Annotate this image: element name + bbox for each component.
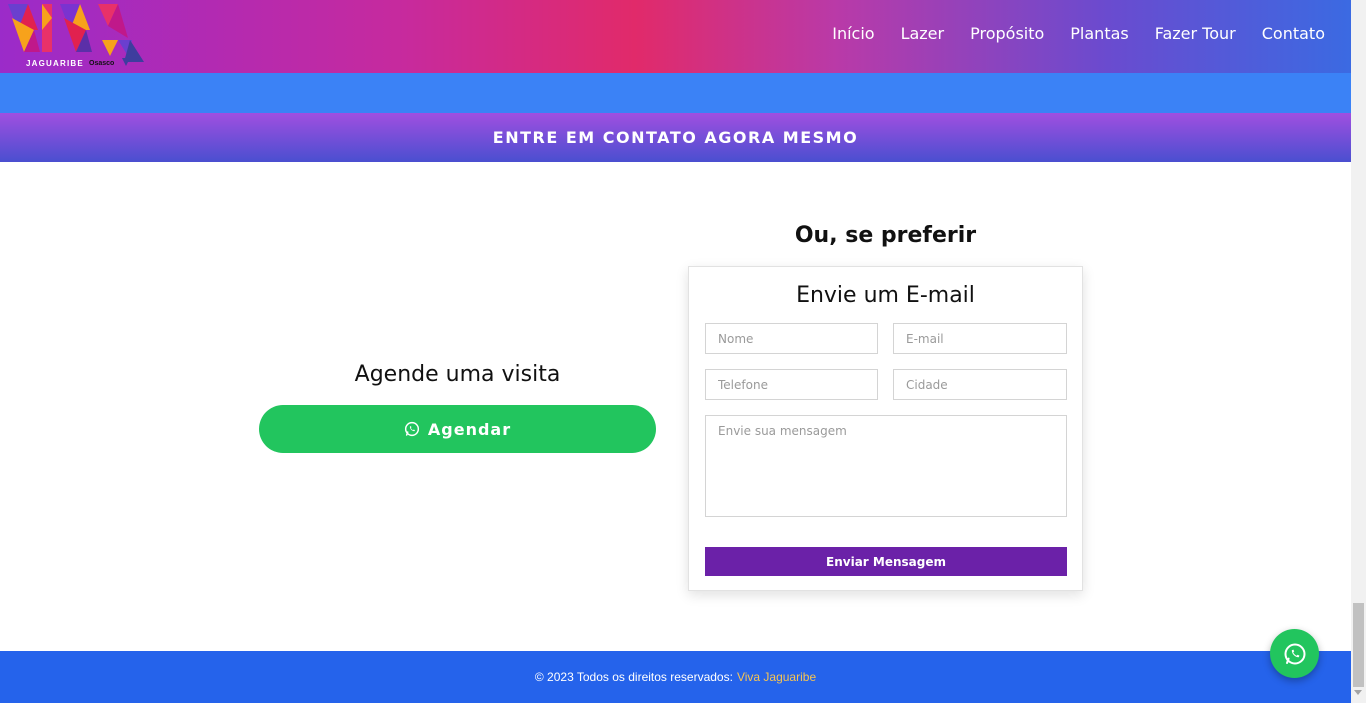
cta-banner-text: ENTRE EM CONTATO AGORA MESMO (492, 128, 859, 147)
nav-link-plantas[interactable]: Plantas (1070, 24, 1128, 43)
copyright-text: © 2023 Todos os direitos reservados: (534, 670, 733, 684)
scrollbar-track[interactable] (1351, 0, 1366, 703)
agendar-button[interactable]: Agendar (259, 405, 656, 453)
nav-link-fazer-tour[interactable]: Fazer Tour (1155, 24, 1236, 43)
scroll-down-arrow-icon[interactable] (1354, 690, 1362, 695)
nav-link-proposito[interactable]: Propósito (970, 24, 1044, 43)
prefer-title: Ou, se preferir (794, 223, 977, 248)
floating-whatsapp-button[interactable] (1270, 629, 1319, 678)
site-footer: © 2023 Todos os direitos reservados: Viv… (0, 651, 1351, 703)
main-nav: Início Lazer Propósito Plantas Fazer Tou… (832, 24, 1325, 43)
send-message-button[interactable]: Enviar Mensagem (705, 547, 1067, 576)
phone-input[interactable] (705, 369, 878, 400)
blue-band (0, 73, 1351, 113)
scrollbar-thumb[interactable] (1353, 603, 1364, 687)
logo-subtitle: JAGUARIBE (26, 59, 84, 68)
nav-link-inicio[interactable]: Início (832, 24, 874, 43)
cta-banner: ENTRE EM CONTATO AGORA MESMO (0, 113, 1351, 162)
site-header: JAGUARIBE Osasco Início Lazer Propósito … (0, 0, 1351, 73)
agendar-button-label: Agendar (427, 419, 512, 439)
footer-brand-link[interactable]: Viva Jaguaribe (737, 670, 816, 684)
email-input[interactable] (893, 323, 1067, 354)
form-heading: Envie um E-mail (796, 283, 975, 308)
logo-city: Osasco (89, 60, 115, 67)
agende-title: Agende uma visita (354, 362, 561, 387)
nav-link-lazer[interactable]: Lazer (901, 24, 945, 43)
whatsapp-icon (404, 421, 419, 437)
whatsapp-icon (1284, 643, 1305, 664)
message-textarea[interactable] (705, 415, 1067, 517)
name-input[interactable] (705, 323, 878, 354)
city-input[interactable] (893, 369, 1067, 400)
nav-link-contato[interactable]: Contato (1262, 24, 1325, 43)
